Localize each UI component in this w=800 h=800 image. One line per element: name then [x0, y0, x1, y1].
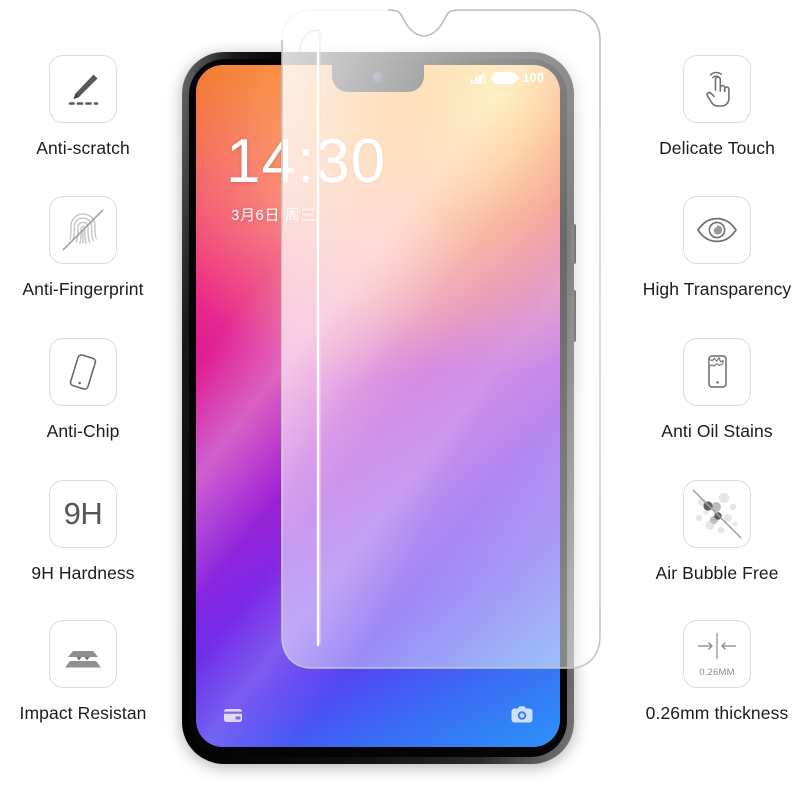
volume-button[interactable]	[572, 224, 576, 264]
feature-anti-oil-stains: Anti Oil Stains	[622, 338, 800, 442]
lock-screen-clock: 14:30 3月6日 周三	[226, 127, 387, 225]
clock-date: 3月6日 周三	[231, 206, 317, 224]
feature-label: High Transparency	[642, 279, 792, 299]
clock-time: 14:30	[226, 127, 387, 196]
hardness-9h-icon: 9H	[49, 480, 117, 548]
feature-label: 9H Hardness	[31, 563, 135, 583]
power-button[interactable]	[572, 290, 576, 342]
status-bar: 100	[471, 71, 544, 85]
battery-percent-label: 100	[522, 71, 544, 85]
wallet-icon[interactable]	[222, 704, 244, 731]
waterdrop-notch	[332, 65, 424, 92]
tilted-phone-icon	[49, 338, 117, 406]
thickness-arrows-icon: 0.26MM	[683, 620, 751, 688]
feature-label: 0.26mm thickness	[645, 703, 789, 723]
fingerprint-icon	[49, 196, 117, 264]
feature-label: Anti-scratch	[36, 138, 130, 158]
feature-label: Anti Oil Stains	[661, 421, 773, 441]
feature-impact-resistant: Impact Resistan	[0, 620, 178, 724]
feature-anti-chip: Anti-Chip	[0, 338, 178, 442]
thickness-icon-text: 0.26MM	[699, 667, 735, 678]
battery-full-icon	[491, 72, 520, 84]
feature-anti-scratch: Anti-scratch	[0, 55, 178, 159]
pointing-hand-icon	[683, 55, 751, 123]
bubbles-crossed-icon	[683, 480, 751, 548]
eye-icon	[683, 196, 751, 264]
camera-icon[interactable]	[510, 704, 534, 731]
feature-column-left: Anti-scratch Anti-Fingerprint Anti-Chip …	[0, 0, 190, 800]
front-camera-icon	[372, 72, 384, 83]
phone-screen: 100 14:30 3月6日 周三	[196, 65, 560, 747]
feature-label: Impact Resistan	[19, 703, 147, 723]
feature-column-right: Delicate Touch High Transparency Anti Oi…	[610, 0, 800, 800]
product-feature-image: Anti-scratch Anti-Fingerprint Anti-Chip …	[0, 0, 800, 800]
impact-layers-icon	[49, 620, 117, 688]
hardness-icon-text: 9H	[63, 496, 103, 531]
feature-air-bubble-free: Air Bubble Free	[622, 480, 800, 584]
feature-label: Anti-Chip	[46, 421, 120, 441]
phone-oil-stain-icon	[683, 338, 751, 406]
feature-delicate-touch: Delicate Touch	[622, 55, 800, 159]
feature-9h-hardness: 9H 9H Hardness	[0, 480, 178, 584]
smartphone: 100 14:30 3月6日 周三	[182, 52, 576, 764]
feature-label: Anti-Fingerprint	[22, 279, 144, 299]
lock-screen-dock	[196, 704, 560, 731]
feature-high-transparency: High Transparency	[622, 196, 800, 300]
feature-anti-fingerprint: Anti-Fingerprint	[0, 196, 178, 300]
feature-label: Delicate Touch	[659, 138, 775, 158]
feature-thickness: 0.26MM 0.26mm thickness	[622, 620, 800, 724]
pen-scratch-icon	[49, 55, 117, 123]
signal-bars-icon	[471, 72, 486, 84]
feature-label: Air Bubble Free	[655, 563, 779, 583]
